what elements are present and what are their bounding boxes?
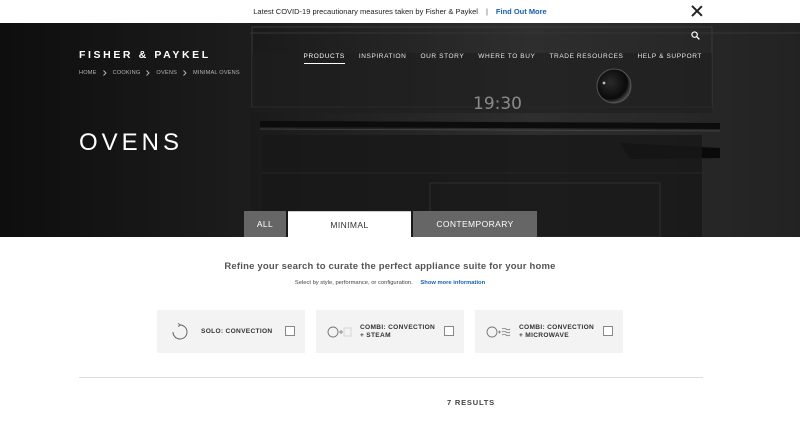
filter-checkbox[interactable]: [444, 326, 454, 336]
filter-solo-convection[interactable]: SOLO: CONVECTION: [157, 310, 305, 353]
section-divider: [79, 377, 703, 378]
search-icon[interactable]: [691, 31, 700, 40]
convection-microwave-icon: [486, 326, 511, 337]
nav-trade-resources[interactable]: TRADE RESOURCES: [549, 53, 623, 64]
tab-contemporary[interactable]: CONTEMPORARY: [413, 211, 537, 237]
alert-bar: Latest COVID-19 precautionary measures t…: [0, 0, 800, 23]
results-count: 7 RESULTS: [447, 398, 495, 407]
breadcrumb-ovens[interactable]: OVENS: [156, 70, 177, 76]
page-title: OVENS: [79, 129, 184, 156]
alert-message: Latest COVID-19 precautionary measures t…: [253, 7, 478, 16]
nav-products[interactable]: PRODUCTS: [303, 53, 345, 64]
filter-combi-convection-steam[interactable]: COMBI: CONVECTION + STEAM: [316, 310, 464, 353]
tab-all[interactable]: ALL: [244, 211, 286, 237]
refine-subtitle: Select by style, performance, or configu…: [0, 280, 780, 286]
filter-label: SOLO: CONVECTION: [201, 327, 273, 335]
convection-icon: [172, 322, 188, 339]
chevron-right-icon: [183, 70, 187, 76]
filter-label: COMBI: CONVECTION + MICROWAVE: [519, 323, 595, 339]
main-nav: PRODUCTS INSPIRATION OUR STORY WHERE TO …: [303, 53, 702, 64]
breadcrumb-cooking[interactable]: COOKING: [113, 70, 141, 76]
nav-help-support[interactable]: HELP & SUPPORT: [637, 53, 702, 64]
breadcrumb-minimal-ovens: MINIMAL OVENS: [193, 70, 240, 76]
close-icon[interactable]: [690, 4, 704, 18]
nav-where-to-buy[interactable]: WHERE TO BUY: [478, 53, 535, 64]
filter-options: SOLO: CONVECTION COMBI: CONVECTION + STE…: [157, 310, 623, 353]
nav-our-story[interactable]: OUR STORY: [420, 53, 464, 64]
breadcrumb-home[interactable]: HOME: [79, 70, 97, 76]
tab-minimal[interactable]: MINIMAL: [288, 211, 411, 237]
find-out-more-link[interactable]: Find Out More: [496, 7, 547, 16]
filter-checkbox[interactable]: [285, 326, 295, 336]
show-more-information-link[interactable]: Show more information: [420, 280, 485, 286]
filter-combi-convection-microwave[interactable]: COMBI: CONVECTION + MICROWAVE: [475, 310, 623, 353]
chevron-right-icon: [146, 70, 151, 76]
refine-heading: Refine your search to curate the perfect…: [224, 261, 556, 272]
alert-separator: |: [485, 7, 488, 16]
oven-clock-display: 19:30: [473, 94, 522, 114]
brand-logo[interactable]: FISHER & PAYKEL: [79, 49, 211, 61]
chevron-right-icon: [102, 70, 107, 76]
convection-steam-icon: [327, 326, 352, 337]
hero-banner: 19:30 FISHER & PAYKEL PRODUCTS INSPIRATI…: [0, 23, 800, 237]
refine-subtitle-text: Select by style, performance, or configu…: [294, 280, 413, 286]
nav-inspiration[interactable]: INSPIRATION: [359, 53, 407, 64]
style-tabs: ALL MINIMAL CONTEMPORARY: [244, 211, 537, 237]
filter-label: COMBI: CONVECTION + STEAM: [360, 323, 436, 339]
breadcrumb: HOME COOKING OVENS MINIMAL OVENS: [79, 70, 240, 76]
filter-checkbox[interactable]: [603, 326, 613, 336]
